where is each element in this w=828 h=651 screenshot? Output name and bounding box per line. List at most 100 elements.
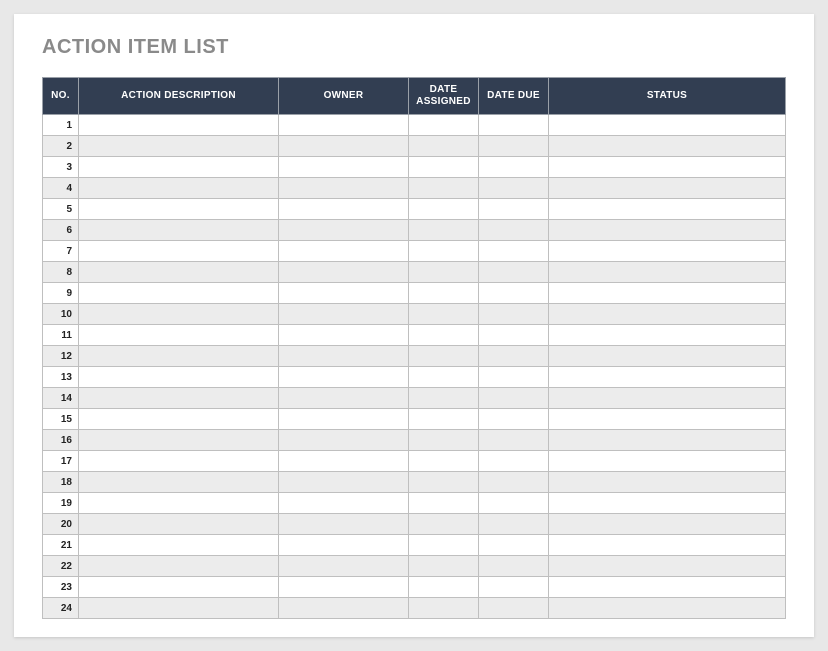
cell-owner[interactable]	[279, 367, 409, 388]
cell-status[interactable]	[549, 178, 786, 199]
cell-status[interactable]	[549, 199, 786, 220]
cell-date-due[interactable]	[479, 115, 549, 136]
cell-date-assigned[interactable]	[409, 283, 479, 304]
cell-owner[interactable]	[279, 472, 409, 493]
cell-date-due[interactable]	[479, 430, 549, 451]
cell-date-assigned[interactable]	[409, 325, 479, 346]
cell-date-assigned[interactable]	[409, 157, 479, 178]
cell-date-due[interactable]	[479, 514, 549, 535]
cell-status[interactable]	[549, 493, 786, 514]
cell-owner[interactable]	[279, 409, 409, 430]
cell-description[interactable]	[79, 451, 279, 472]
cell-owner[interactable]	[279, 283, 409, 304]
cell-date-due[interactable]	[479, 241, 549, 262]
cell-status[interactable]	[549, 430, 786, 451]
cell-date-due[interactable]	[479, 598, 549, 619]
cell-date-assigned[interactable]	[409, 178, 479, 199]
cell-description[interactable]	[79, 157, 279, 178]
cell-owner[interactable]	[279, 514, 409, 535]
cell-date-assigned[interactable]	[409, 388, 479, 409]
cell-date-due[interactable]	[479, 493, 549, 514]
cell-status[interactable]	[549, 598, 786, 619]
cell-owner[interactable]	[279, 451, 409, 472]
cell-owner[interactable]	[279, 388, 409, 409]
cell-owner[interactable]	[279, 136, 409, 157]
cell-owner[interactable]	[279, 430, 409, 451]
cell-date-due[interactable]	[479, 556, 549, 577]
cell-date-due[interactable]	[479, 577, 549, 598]
cell-owner[interactable]	[279, 304, 409, 325]
cell-date-assigned[interactable]	[409, 262, 479, 283]
cell-status[interactable]	[549, 577, 786, 598]
cell-description[interactable]	[79, 115, 279, 136]
cell-date-assigned[interactable]	[409, 430, 479, 451]
cell-date-assigned[interactable]	[409, 304, 479, 325]
cell-status[interactable]	[549, 241, 786, 262]
cell-description[interactable]	[79, 178, 279, 199]
cell-status[interactable]	[549, 262, 786, 283]
cell-date-assigned[interactable]	[409, 136, 479, 157]
cell-date-assigned[interactable]	[409, 241, 479, 262]
cell-description[interactable]	[79, 199, 279, 220]
cell-date-due[interactable]	[479, 283, 549, 304]
cell-owner[interactable]	[279, 157, 409, 178]
cell-date-due[interactable]	[479, 388, 549, 409]
cell-date-due[interactable]	[479, 325, 549, 346]
cell-date-due[interactable]	[479, 136, 549, 157]
cell-status[interactable]	[549, 409, 786, 430]
cell-owner[interactable]	[279, 262, 409, 283]
cell-description[interactable]	[79, 472, 279, 493]
cell-date-assigned[interactable]	[409, 346, 479, 367]
cell-description[interactable]	[79, 283, 279, 304]
cell-description[interactable]	[79, 136, 279, 157]
cell-status[interactable]	[549, 472, 786, 493]
cell-date-due[interactable]	[479, 304, 549, 325]
cell-date-due[interactable]	[479, 178, 549, 199]
cell-date-assigned[interactable]	[409, 493, 479, 514]
cell-status[interactable]	[549, 115, 786, 136]
cell-date-assigned[interactable]	[409, 115, 479, 136]
cell-owner[interactable]	[279, 115, 409, 136]
cell-description[interactable]	[79, 514, 279, 535]
cell-status[interactable]	[549, 514, 786, 535]
cell-status[interactable]	[549, 325, 786, 346]
cell-owner[interactable]	[279, 241, 409, 262]
cell-status[interactable]	[549, 535, 786, 556]
cell-date-assigned[interactable]	[409, 199, 479, 220]
cell-date-due[interactable]	[479, 262, 549, 283]
cell-status[interactable]	[549, 157, 786, 178]
cell-description[interactable]	[79, 430, 279, 451]
cell-description[interactable]	[79, 367, 279, 388]
cell-owner[interactable]	[279, 577, 409, 598]
cell-date-due[interactable]	[479, 451, 549, 472]
cell-status[interactable]	[549, 220, 786, 241]
cell-description[interactable]	[79, 241, 279, 262]
cell-date-due[interactable]	[479, 367, 549, 388]
cell-status[interactable]	[549, 388, 786, 409]
cell-date-assigned[interactable]	[409, 409, 479, 430]
cell-description[interactable]	[79, 409, 279, 430]
cell-owner[interactable]	[279, 220, 409, 241]
cell-owner[interactable]	[279, 346, 409, 367]
cell-status[interactable]	[549, 283, 786, 304]
cell-description[interactable]	[79, 556, 279, 577]
cell-date-assigned[interactable]	[409, 220, 479, 241]
cell-description[interactable]	[79, 262, 279, 283]
cell-date-due[interactable]	[479, 472, 549, 493]
cell-date-assigned[interactable]	[409, 556, 479, 577]
cell-owner[interactable]	[279, 493, 409, 514]
cell-date-due[interactable]	[479, 199, 549, 220]
cell-description[interactable]	[79, 325, 279, 346]
cell-owner[interactable]	[279, 178, 409, 199]
cell-description[interactable]	[79, 388, 279, 409]
cell-status[interactable]	[549, 556, 786, 577]
cell-description[interactable]	[79, 493, 279, 514]
cell-date-due[interactable]	[479, 535, 549, 556]
cell-description[interactable]	[79, 220, 279, 241]
cell-date-assigned[interactable]	[409, 367, 479, 388]
cell-date-due[interactable]	[479, 220, 549, 241]
cell-description[interactable]	[79, 304, 279, 325]
cell-date-assigned[interactable]	[409, 577, 479, 598]
cell-description[interactable]	[79, 577, 279, 598]
cell-date-assigned[interactable]	[409, 598, 479, 619]
